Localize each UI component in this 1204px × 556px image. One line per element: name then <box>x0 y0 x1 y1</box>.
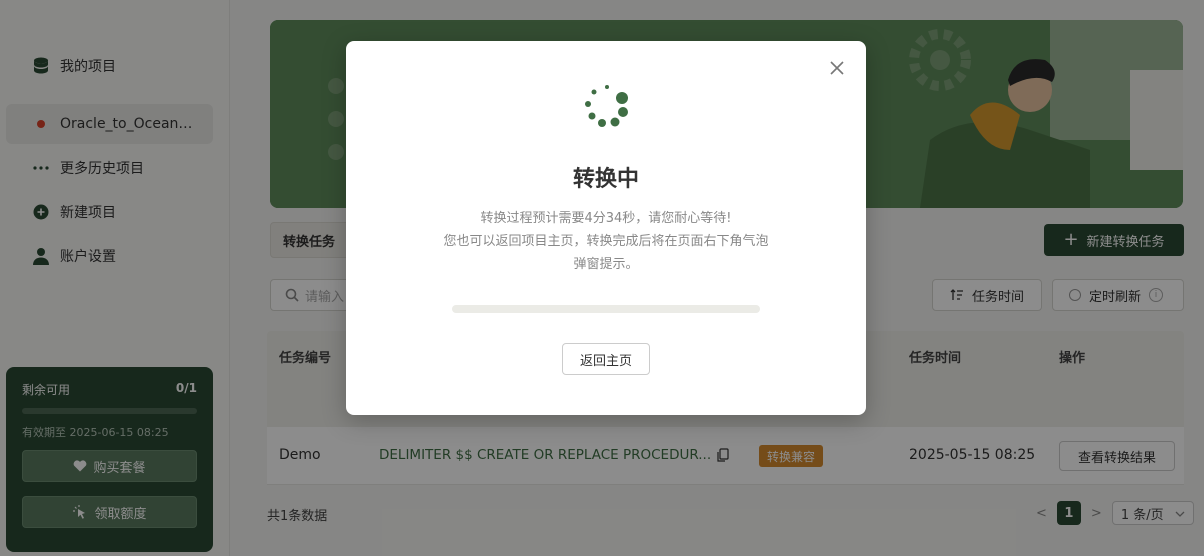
modal-description: 转换过程预计需要4分34秒，请您耐心等待! 您也可以返回项目主页，转换完成后将在… <box>426 207 786 276</box>
desc-line: 转换过程预计需要4分34秒，请您耐心等待! <box>480 211 732 226</box>
desc-line: 弹窗提示。 <box>573 257 639 272</box>
desc-line: 您也可以返回项目主页，转换完成后将在页面右下角气泡 <box>443 234 769 249</box>
back-home-label: 返回主页 <box>579 353 632 369</box>
close-icon[interactable] <box>828 59 846 77</box>
conversion-progress-bar <box>452 305 760 313</box>
converting-modal: 转换中 转换过程预计需要4分34秒，请您耐心等待! 您也可以返回项目主页，转换完… <box>346 41 866 415</box>
back-home-button[interactable]: 返回主页 <box>562 343 650 375</box>
modal-title: 转换中 <box>572 167 639 192</box>
loading-spinner-icon <box>582 83 632 131</box>
